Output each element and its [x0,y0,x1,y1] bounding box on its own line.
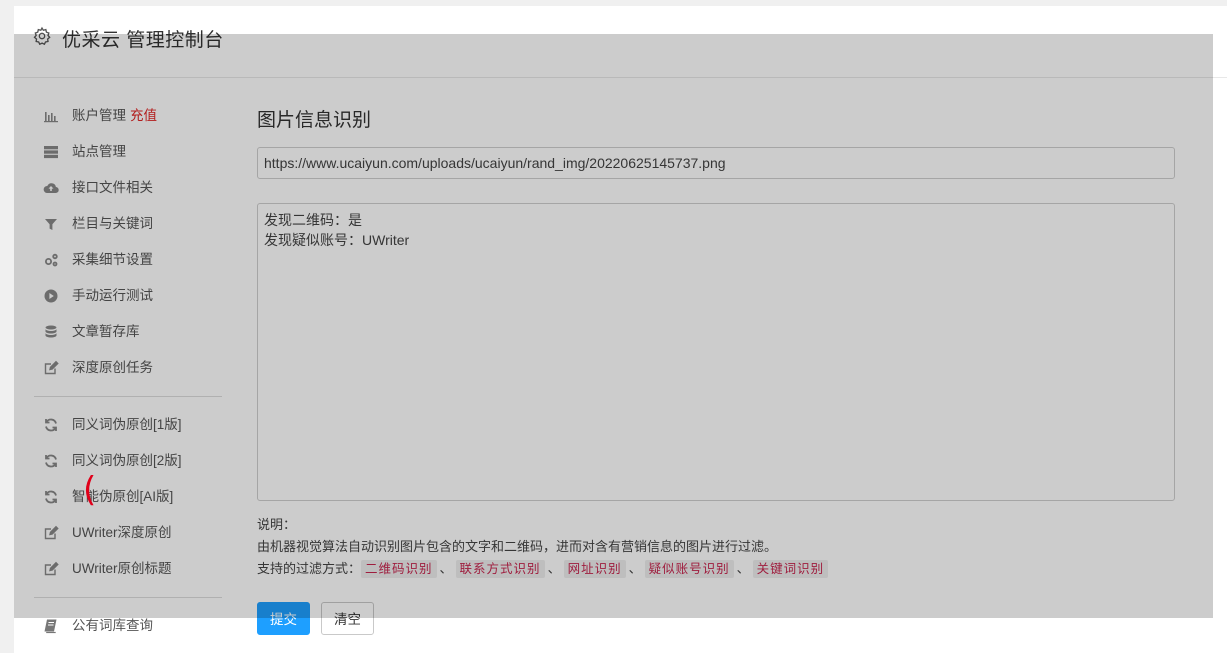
sidebar-item-label: 同义词伪原创[1版] [72,417,182,432]
sidebar-item-columns-keywords[interactable]: 栏目与关键词 [34,206,222,242]
refresh-icon [43,417,59,433]
sidebar-item-label: UWriter深度原创 [72,525,172,540]
filter-tag-url: 网址识别 [563,560,626,578]
separator: 、 [547,561,561,576]
sidebar-item-account[interactable]: 账户管理 充值 [34,98,222,134]
book-icon [43,618,59,634]
filter-icon [43,216,59,232]
app-title: 优采云 管理控制台 [62,30,224,51]
filter-prefix: 支持的过滤方式： [257,561,362,576]
submit-button[interactable]: 提交 [257,602,310,635]
sidebar-item-ai-rewrite[interactable]: 智能伪原创[AI版] [34,479,222,515]
sidebar-item-label: 深度原创任务 [72,360,153,375]
separator: 、 [628,561,642,576]
sidebar-item-collect-settings[interactable]: 采集细节设置 [34,242,222,278]
separator: 、 [736,561,750,576]
cloud-upload-icon [43,180,59,196]
result-line: 发现疑似账号：UWriter [264,232,410,248]
sidebar-item-label: 智能伪原创[AI版] [72,489,174,504]
sidebar-divider [34,597,222,598]
sidebar-item-deep-original-task[interactable]: 深度原创任务 [34,350,222,386]
sidebar: 账户管理 充值 站点管理 接口文件相关 栏目与关键词 采集细节设置 手动运行测试… [34,98,222,644]
sidebar-item-label: 站点管理 [72,144,126,159]
result-textarea[interactable]: 发现二维码：是 发现疑似账号：UWriter [257,203,1175,501]
sidebar-divider [34,396,222,397]
bar-chart-icon [43,108,59,124]
filter-tag-account: 疑似账号识别 [644,560,734,578]
sidebar-item-manual-test[interactable]: 手动运行测试 [34,278,222,314]
sidebar-item-label: 接口文件相关 [72,180,153,195]
result-line: 发现二维码：是 [264,212,362,228]
sidebar-item-uwriter-title[interactable]: UWriter原创标题 [34,551,222,587]
image-url-input[interactable] [257,147,1175,179]
page: 优采云 管理控制台 账户管理 充值 站点管理 接口文件相关 栏目与关键词 采集细… [14,6,1227,653]
notes-description: 由机器视觉算法自动识别图片包含的文字和二维码，进而对含有营销信息的图片进行过滤。 [257,539,778,554]
sidebar-item-article-storage[interactable]: 文章暂存库 [34,314,222,350]
recharge-link[interactable]: 充值 [130,108,157,123]
sidebar-item-public-lexicon[interactable]: 公有词库查询 [34,608,222,644]
sidebar-item-sites[interactable]: 站点管理 [34,134,222,170]
clear-button[interactable]: 清空 [321,602,374,635]
sidebar-item-label: UWriter原创标题 [72,561,172,576]
edit-icon [43,525,59,541]
sidebar-item-label: 账户管理 [72,108,126,123]
filter-tag-contact: 联系方式识别 [455,560,545,578]
sidebar-item-interface-files[interactable]: 接口文件相关 [34,170,222,206]
notes: 说明： 由机器视觉算法自动识别图片包含的文字和二维码，进而对含有营销信息的图片进… [257,514,1175,580]
separator: 、 [439,561,453,576]
sidebar-item-uwriter-deep[interactable]: UWriter深度原创 [34,515,222,551]
button-row: 提交 清空 [257,602,374,635]
edit-icon [43,360,59,376]
filter-tag-qrcode: 二维码识别 [361,560,437,578]
server-icon [43,144,59,160]
sidebar-item-label: 同义词伪原创[2版] [72,453,182,468]
cogs-icon [43,252,59,268]
edit-icon [43,561,59,577]
main-content: 图片信息识别 发现二维码：是 发现疑似账号：UWriter 说明： 由机器视觉算… [257,106,1177,635]
sidebar-item-label: 栏目与关键词 [72,216,153,231]
sidebar-item-synonym-v2[interactable]: 同义词伪原创[2版] [34,443,222,479]
play-circle-icon [43,288,59,304]
header: 优采云 管理控制台 [14,6,1227,78]
database-icon [43,324,59,340]
refresh-icon [43,453,59,469]
notes-heading: 说明： [257,517,297,532]
sidebar-item-synonym-v1[interactable]: 同义词伪原创[1版] [34,407,222,443]
filter-methods: 支持的过滤方式： 二维码识别、联系方式识别、网址识别、疑似账号识别、关键词识别 [257,558,1175,580]
sidebar-item-label: 手动运行测试 [72,288,153,303]
gear-icon [32,26,52,46]
sidebar-item-label: 公有词库查询 [72,618,153,633]
refresh-icon [43,489,59,505]
filter-tag-keyword: 关键词识别 [752,560,829,578]
page-title: 图片信息识别 [257,110,372,131]
sidebar-item-label: 文章暂存库 [72,324,140,339]
sidebar-item-label: 采集细节设置 [72,252,153,267]
